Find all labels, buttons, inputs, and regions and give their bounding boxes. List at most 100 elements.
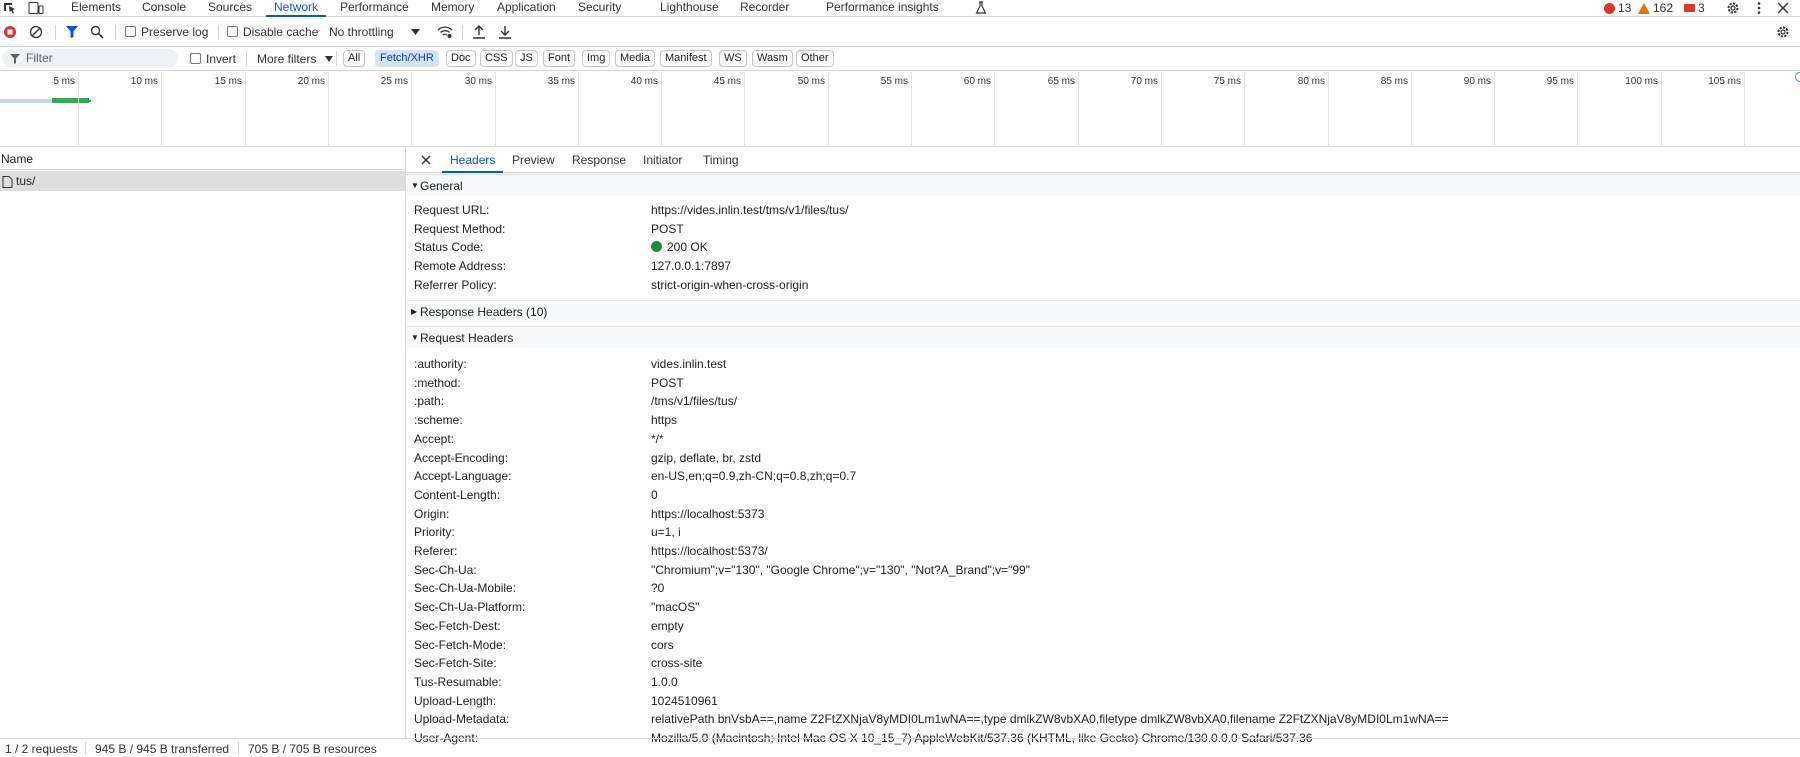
timeline-tick-label: 20 ms <box>297 76 325 87</box>
issues-counter[interactable]: 3 <box>1684 1 1705 15</box>
network-conditions-wifi-icon[interactable] <box>437 25 453 39</box>
header-name: Sec-Ch-Ua: <box>414 562 477 577</box>
import-har-upload-icon[interactable] <box>472 25 486 39</box>
export-har-download-icon[interactable] <box>498 25 512 39</box>
error-counter[interactable]: 13 <box>1604 1 1631 15</box>
resources-size: 705 B / 705 B resources <box>248 742 377 756</box>
disable-cache-checkbox[interactable]: Disable cache <box>227 24 318 40</box>
request-header-row: Origin: https://localhost:5373 <box>407 505 1800 523</box>
clear-icon[interactable] <box>29 25 43 39</box>
tab-application[interactable]: Application <box>497 0 556 17</box>
chip-js[interactable]: JS <box>515 50 538 67</box>
response-headers-section-header[interactable]: ▶ Response Headers (10) <box>407 300 1800 322</box>
tab-timing[interactable]: Timing <box>703 148 739 173</box>
chip-font[interactable]: Font <box>543 50 576 67</box>
tab-network[interactable]: Network <box>266 0 327 17</box>
timeline-tick-label: 30 ms <box>464 76 492 87</box>
request-row[interactable]: tus/ <box>0 171 406 191</box>
settings-gear-icon[interactable] <box>1726 1 1740 15</box>
tab-performance-insights[interactable]: Performance insights <box>826 0 939 17</box>
header-name: :path: <box>414 394 445 409</box>
request-header-row: Sec-Fetch-Dest: empty <box>407 617 1800 635</box>
throttling-select[interactable]: No throttling <box>329 24 421 40</box>
request-header-row: :authority: vides.inlin.test <box>407 355 1800 373</box>
header-name: Accept-Encoding: <box>414 450 509 465</box>
invert-checkbox[interactable]: Invert <box>190 51 236 67</box>
chip-wasm[interactable]: Wasm <box>752 50 793 67</box>
chip-img[interactable]: Img <box>582 50 611 67</box>
chip-doc[interactable]: Doc <box>446 50 476 67</box>
tab-preview[interactable]: Preview <box>512 148 555 173</box>
timeline-tick-label: 5 ms <box>53 76 75 87</box>
header-value: 1.0.0 <box>651 674 678 689</box>
header-name: Priority: <box>414 525 455 540</box>
timeline-tick-label: 85 ms <box>1380 76 1408 87</box>
more-filters-dropdown[interactable]: More filters <box>257 51 333 67</box>
request-header-row: Content-Length: 0 <box>407 486 1800 504</box>
chip-all[interactable]: All <box>343 50 366 67</box>
timeline-gridline <box>1161 72 1162 147</box>
filter-funnel-icon[interactable] <box>65 25 79 39</box>
inspect-element-icon[interactable] <box>3 2 17 14</box>
preserve-log-checkbox[interactable]: Preserve log <box>125 24 208 40</box>
header-name: Accept: <box>414 431 455 446</box>
request-header-row: Accept-Encoding: gzip, deflate, br, zstd <box>407 449 1800 467</box>
tab-security[interactable]: Security <box>578 0 621 17</box>
chip-fetch-xhr[interactable]: Fetch/XHR <box>375 50 439 67</box>
close-icon[interactable] <box>419 153 433 167</box>
disable-cache-box[interactable] <box>227 26 238 37</box>
timeline-tick-label: 25 ms <box>380 76 408 87</box>
header-name: Referer: <box>414 544 458 558</box>
request-header-row: Priority: u=1, i <box>407 523 1800 541</box>
network-settings-gear-icon[interactable] <box>1776 25 1790 39</box>
network-toolbar: Preserve log Disable cache No throttling <box>0 18 1800 47</box>
header-name: Request URL: <box>414 203 490 217</box>
tab-console[interactable]: Console <box>142 0 186 17</box>
tab-elements[interactable]: Elements <box>71 0 121 17</box>
chip-media[interactable]: Media <box>615 50 655 67</box>
timeline-tick-label: 75 ms <box>1213 76 1241 87</box>
tab-initiator[interactable]: Initiator <box>643 148 682 173</box>
tab-recorder[interactable]: Recorder <box>740 0 789 17</box>
timeline-tick-label: 90 ms <box>1463 76 1491 87</box>
header-value: 127.0.0.1:7897 <box>651 259 732 274</box>
name-column-header[interactable]: Name <box>0 148 406 170</box>
general-row: Request Method: POST <box>407 220 1800 238</box>
chip-manifest[interactable]: Manifest <box>660 50 712 67</box>
tab-lighthouse[interactable]: Lighthouse <box>660 0 719 17</box>
tab-headers[interactable]: Headers <box>442 148 504 173</box>
device-toolbar-icon[interactable] <box>28 2 44 14</box>
tab-performance[interactable]: Performance <box>340 0 409 17</box>
status-bar: 1 / 2 requests 945 B / 945 B transferred… <box>0 738 1800 757</box>
general-row: Referrer Policy: strict-origin-when-cross… <box>407 276 1800 294</box>
chip-css[interactable]: CSS <box>480 50 513 67</box>
filter-input[interactable]: Filter <box>2 49 178 68</box>
warning-counter[interactable]: 162 <box>1638 1 1673 15</box>
header-value: 1024510961 <box>651 693 718 708</box>
stop-recording-icon[interactable] <box>3 25 17 39</box>
document-icon <box>2 176 13 188</box>
request-header-row: :method: POST <box>407 374 1800 392</box>
timeline-overview[interactable]: 5 ms 10 ms 15 ms 20 ms 25 ms 30 ms 35 ms 40 ms 4… <box>0 72 1800 147</box>
invert-box[interactable] <box>190 53 201 64</box>
chip-ws[interactable]: WS <box>719 50 747 67</box>
timeline-gridline <box>495 72 496 147</box>
expanded-triangle-icon: ▼ <box>411 181 419 190</box>
timeline-tick-label: 100 ms <box>1625 76 1658 87</box>
more-options-icon[interactable] <box>1752 1 1766 15</box>
header-value: en-US,en;q=0.9,zh-CN;q=0.8,zh;q=0.7 <box>651 469 857 484</box>
timeline-bar-tail <box>89 100 91 102</box>
timeline-gridline <box>1244 72 1245 147</box>
preserve-log-box[interactable] <box>125 26 136 37</box>
tab-memory[interactable]: Memory <box>431 0 474 17</box>
tab-response[interactable]: Response <box>572 148 626 173</box>
general-section-header[interactable]: ▼ General <box>407 174 1800 196</box>
search-icon[interactable] <box>90 25 104 39</box>
close-devtools-icon[interactable] <box>1776 1 1790 15</box>
expanded-triangle-icon: ▼ <box>411 333 419 342</box>
request-headers-section-header[interactable]: ▼ Request Headers <box>407 326 1800 348</box>
timeline-gridline <box>578 72 579 147</box>
header-name: :scheme: <box>414 413 463 428</box>
tab-sources[interactable]: Sources <box>208 0 252 17</box>
chip-other[interactable]: Other <box>796 50 834 67</box>
